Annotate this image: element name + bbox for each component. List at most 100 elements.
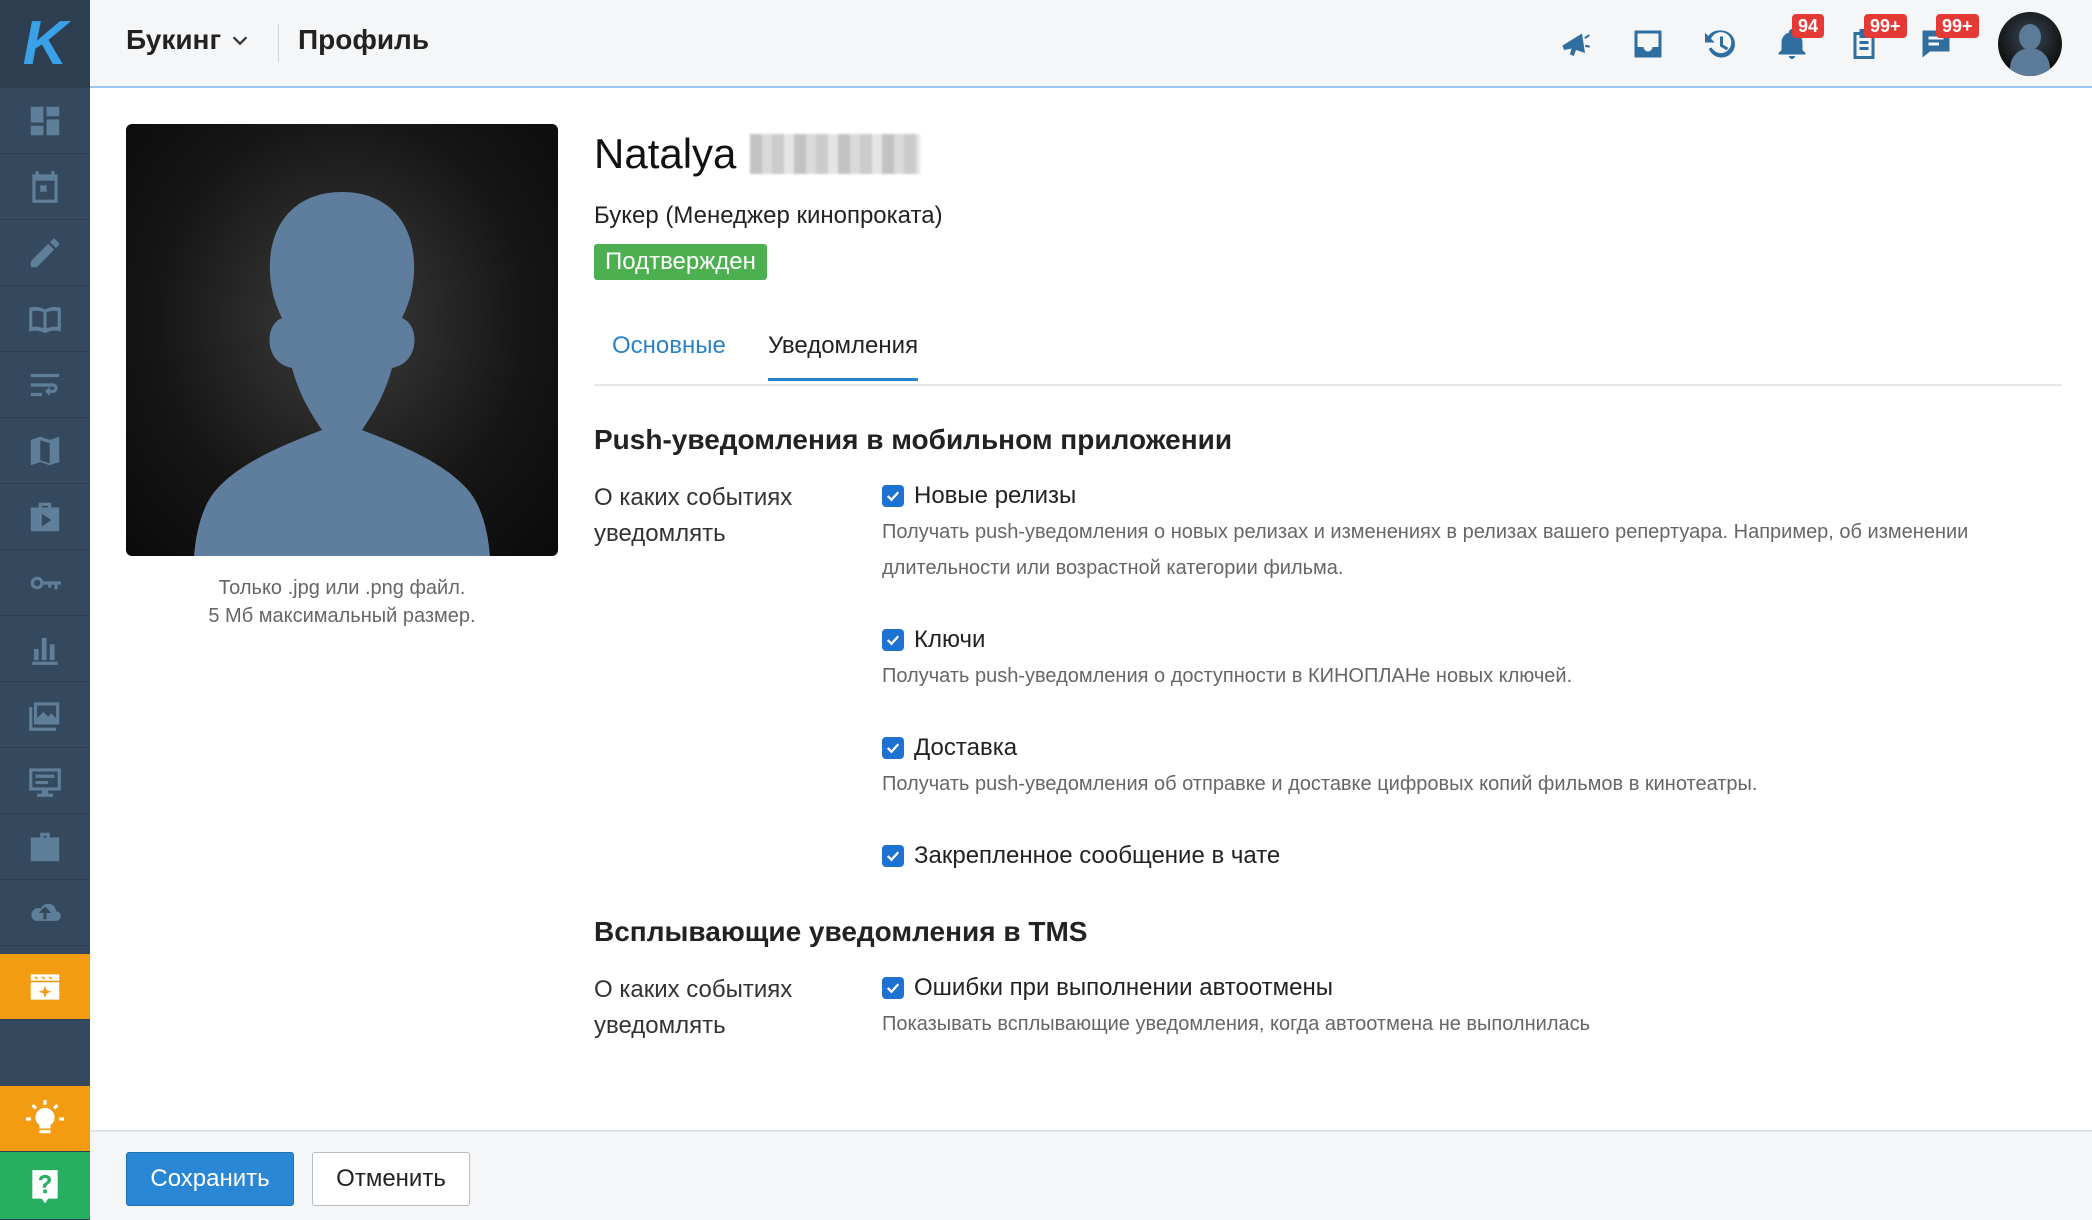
- avatar-head: [2019, 24, 2041, 50]
- keys-checkbox[interactable]: [882, 629, 904, 651]
- calendar-icon: [32, 170, 58, 203]
- key-icon: [30, 576, 61, 589]
- map-icon: [30, 436, 60, 465]
- notifications-button[interactable]: 94: [1770, 14, 1825, 66]
- briefcase-icon: [30, 832, 60, 861]
- pencil-icon: [30, 238, 60, 267]
- pinned-message-checkbox[interactable]: [882, 845, 904, 867]
- megaphone-icon: [1562, 33, 1590, 56]
- messages-button[interactable]: 99+: [1914, 14, 1979, 66]
- user-role: Букер (Менеджер кинопроката): [594, 202, 943, 229]
- app-logo[interactable]: K: [0, 0, 90, 88]
- pinned-message-label[interactable]: Закрепленное сообщение в чате: [914, 842, 1280, 870]
- tms-section-title: Всплывающие уведомления в TMS: [594, 916, 1088, 947]
- tasks-count-badge: 99+: [1864, 14, 1907, 38]
- tasks-button[interactable]: 99+: [1842, 14, 1907, 66]
- new-releases-checkbox[interactable]: [882, 485, 904, 507]
- sidebar-item-business[interactable]: [0, 814, 90, 880]
- sidebar-item-list[interactable]: [0, 352, 90, 418]
- delivery-label[interactable]: Доставка: [914, 734, 1017, 762]
- monitor-icon: [29, 767, 61, 797]
- sidebar-item-keys[interactable]: [0, 550, 90, 616]
- option-keys: Ключи Получать push-уведомления о доступ…: [882, 626, 2062, 694]
- bar-chart-icon: [32, 637, 58, 665]
- help-icon: [32, 1169, 58, 1203]
- cloud-upload-icon: [31, 903, 61, 921]
- sidebar-item-book[interactable]: [0, 286, 90, 352]
- autocancel-errors-label[interactable]: Ошибки при выполнении автоотмены: [914, 974, 1333, 1002]
- check-icon: [886, 635, 900, 646]
- user-avatar[interactable]: [1998, 12, 2062, 76]
- redacted-last-name: [750, 134, 921, 174]
- user-silhouette-icon: [194, 192, 490, 556]
- check-icon: [886, 983, 900, 994]
- media-case-icon: [30, 502, 60, 531]
- keys-desc: Получать push-уведомления о доступности …: [882, 665, 1573, 687]
- new-releases-desc: Получать push-уведомления о новых релиза…: [882, 521, 1969, 579]
- inbox-button[interactable]: [1626, 22, 1670, 66]
- lightbulb-icon: [26, 1099, 64, 1133]
- tab-notifications[interactable]: Уведомления: [768, 332, 919, 381]
- delivery-desc: Получать push-уведомления об отправке и …: [882, 773, 1758, 795]
- tms-question-label: О каких событиях уведомлять: [594, 976, 793, 1039]
- inbox-icon: [1634, 30, 1662, 58]
- check-icon: [886, 851, 900, 862]
- delivery-checkbox[interactable]: [882, 737, 904, 759]
- sidebar-item-reports[interactable]: [0, 616, 90, 682]
- form-footer: Сохранить Отменить: [90, 1130, 2092, 1220]
- push-section-title: Push-уведомления в мобильном приложении: [594, 424, 1233, 455]
- header-divider: [278, 24, 279, 62]
- sidebar-item-media[interactable]: [0, 484, 90, 550]
- sidebar-item-ideas[interactable]: [0, 1086, 90, 1152]
- top-header: Букинг Профиль 94 99+ 99+: [90, 0, 2092, 88]
- status-badge: Подтвержден: [594, 244, 767, 280]
- sidebar-item-edit[interactable]: [0, 220, 90, 286]
- logo-k-icon: K: [22, 9, 68, 78]
- option-pinned-message: Закрепленное сообщение в чате: [882, 842, 1280, 870]
- gallery-icon: [29, 701, 60, 731]
- new-releases-label[interactable]: Новые релизы: [914, 482, 1076, 510]
- sidebar-item-upload[interactable]: [0, 880, 90, 946]
- cancel-button[interactable]: Отменить: [312, 1152, 470, 1206]
- notifications-count-badge: 94: [1792, 14, 1825, 38]
- profile-photo[interactable]: [126, 124, 558, 556]
- photo-hint: Только .jpg или .png файл. 5 Мб максимал…: [126, 574, 558, 630]
- option-new-releases: Новые релизы Получать push-уведомления о…: [882, 482, 2062, 586]
- keys-label[interactable]: Ключи: [914, 626, 985, 654]
- photo-hint-format: Только .jpg или .png файл.: [218, 577, 466, 599]
- chevron-down-icon: [232, 36, 248, 46]
- sidebar-item-promo[interactable]: [0, 954, 90, 1020]
- sidebar-item-help[interactable]: [0, 1152, 90, 1220]
- sidebar-item-screens[interactable]: [0, 748, 90, 814]
- wrap-list-icon: [30, 373, 60, 396]
- sidebar: K: [0, 0, 90, 1220]
- history-clock-icon: [1705, 30, 1735, 58]
- avatar-body: [2010, 48, 2050, 76]
- check-icon: [886, 491, 900, 502]
- messages-count-badge: 99+: [1936, 14, 1979, 38]
- autocancel-errors-checkbox[interactable]: [882, 977, 904, 999]
- page-title: Профиль: [298, 24, 430, 55]
- photo-hint-size: 5 Мб максимальный размер.: [208, 605, 476, 627]
- sidebar-item-gallery[interactable]: [0, 682, 90, 748]
- sidebar-item-map[interactable]: [0, 418, 90, 484]
- check-icon: [886, 743, 900, 754]
- push-question-label: О каких событиях уведомлять: [594, 484, 793, 547]
- save-button[interactable]: Сохранить: [126, 1152, 294, 1206]
- dashboard-icon: [30, 106, 60, 135]
- book-icon: [29, 306, 61, 333]
- option-autocancel-errors: Ошибки при выполнении автоотмены Показыв…: [882, 974, 2062, 1042]
- history-button[interactable]: [1698, 22, 1742, 66]
- app-switcher[interactable]: Букинг: [126, 24, 251, 56]
- clapperboard-sparkle-icon: [30, 973, 60, 1000]
- profile-tabs: Основные Уведомления: [594, 318, 2062, 386]
- autocancel-errors-desc: Показывать всплывающие уведомления, когд…: [882, 1013, 1591, 1035]
- tab-general[interactable]: Основные: [612, 332, 726, 378]
- sidebar-item-calendar[interactable]: [0, 154, 90, 220]
- user-name: Natalya: [594, 130, 921, 178]
- sidebar-item-dashboard[interactable]: [0, 88, 90, 154]
- user-first-name: Natalya: [594, 130, 737, 177]
- option-delivery: Доставка Получать push-уведомления об от…: [882, 734, 2062, 802]
- announcements-button[interactable]: [1554, 22, 1598, 66]
- app-switcher-label: Букинг: [126, 24, 222, 55]
